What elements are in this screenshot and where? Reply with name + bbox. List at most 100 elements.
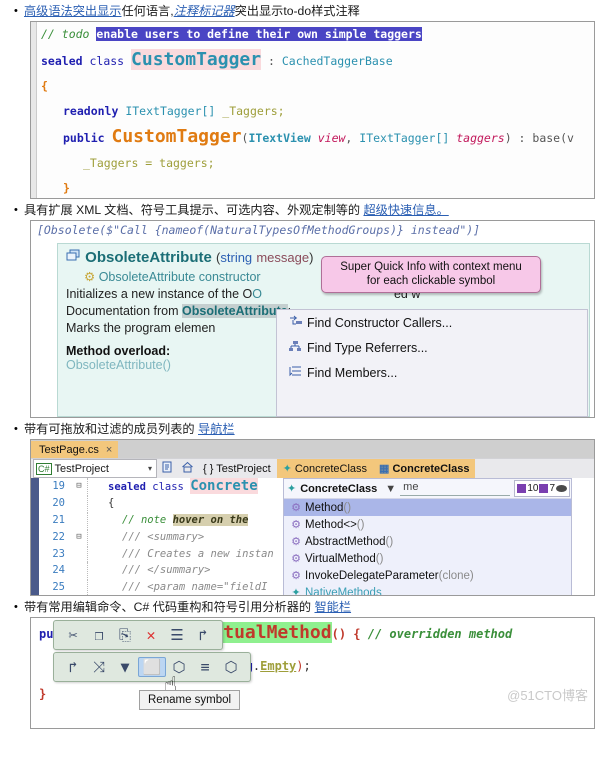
home-icon[interactable] — [177, 461, 197, 477]
link-comment-tagger[interactable]: 注释标记器 — [174, 4, 235, 18]
private-method-icon: ⚙ — [291, 570, 301, 582]
menu-item-find-members[interactable]: Find Members... — [277, 360, 587, 385]
breadcrumb-member-label: ConcreteClass — [392, 462, 470, 475]
link-navigation-bar[interactable]: 导航栏 — [198, 422, 235, 436]
fold-toggle-icon[interactable]: ⊟ — [71, 532, 87, 542]
method-count: 10 — [527, 483, 539, 494]
code-line-ctor: public CustomTagger(ITextView view, ITex… — [63, 126, 574, 147]
param2-type: ITextTagger[] — [359, 131, 450, 145]
summary-pre: Initializes a new instance of the O — [66, 287, 253, 301]
menu-item-find-type-referrers[interactable]: Find Type Referrers... — [277, 335, 587, 360]
split-icon[interactable]: ⤨ — [86, 658, 112, 676]
todo-keyword: // todo — [41, 27, 90, 41]
keyword-sealed: sealed — [41, 54, 83, 68]
project-combo[interactable]: C# TestProject ▾ — [33, 459, 157, 478]
member-filter-input[interactable]: me — [400, 481, 511, 496]
keyword-public: public — [63, 131, 105, 145]
member-args: () — [385, 535, 394, 548]
editor-with-member-list: 19 ⊟ sealed class Concrete 20{21// note hov… — [31, 478, 594, 596]
bullet-1-text: 高级语法突出显示任何语言,注释标记器突出显示to-do样式注释 — [24, 4, 360, 19]
smart-bar-row-2[interactable]: ↱ ⤨ ▼ ⬜ ⬡ ≡ ⬡ — [53, 652, 251, 682]
code-line-field: readonly ITextTagger[] _Taggers; — [31, 99, 594, 124]
copy-icon[interactable]: ❐ — [86, 626, 112, 644]
bullet-1-mid: 任何语言, — [121, 4, 174, 18]
quick-info-symbol-name[interactable]: ObsoleteAttribute — [85, 249, 212, 266]
chevron-down-icon[interactable]: ▾ — [148, 464, 152, 473]
cut-icon[interactable]: ✂ — [60, 626, 86, 644]
bullet-marker: • — [14, 423, 18, 435]
bullet-4-text: 带有常用编辑命令、C# 代码重构和符号引用分析器的 智能栏 — [24, 600, 351, 615]
delete-icon[interactable]: ✕ — [138, 626, 164, 644]
member-list-item[interactable]: ⚙ VirtualMethod() — [284, 550, 571, 567]
smart-bar-panel: public override void VirtualMethod() { /… — [30, 617, 595, 729]
link-super-quick-info[interactable]: 超级快速信息。 — [363, 203, 448, 217]
duplicate-icon[interactable]: ⎘ — [112, 626, 138, 644]
param1-name: view — [317, 131, 346, 145]
member-list-dropdown[interactable]: ✦ ConcreteClass ▼ me 10 7 ⚙ Method() ⚙ Meth… — [283, 478, 572, 596]
bullet-1-post: 突出显示to-do样式注释 — [234, 4, 360, 18]
surround-with-icon[interactable]: ⬡ — [218, 658, 244, 676]
filter-icon[interactable]: ▼ — [385, 483, 396, 495]
member-list-item[interactable]: ✦ NativeMethods — [284, 584, 571, 596]
tab-testpage-cs[interactable]: TestPage.cs × — [31, 441, 119, 458]
paste-icon[interactable]: ☰ — [164, 626, 190, 644]
project-combo-value: TestProject — [54, 462, 109, 475]
code-line-class-decl: sealed class CustomTagger : CachedTagger… — [31, 47, 594, 74]
base-call: ) : base(v — [504, 131, 574, 145]
abstract-method-icon: ⚙ — [291, 536, 301, 548]
fold-toggle-icon[interactable]: ⊟ — [71, 481, 87, 491]
watermark: @51CTO博客 — [507, 688, 588, 703]
document-icon[interactable] — [157, 461, 177, 477]
filter-down-icon[interactable]: ▼ — [112, 658, 138, 676]
menu-item-find-constructor-callers[interactable]: Find Constructor Callers... — [277, 310, 587, 335]
smart-bar-row-1[interactable]: ✂ ❐ ⎘ ✕ ☰ ↱ — [53, 620, 223, 650]
breadcrumb-member[interactable]: ▦ ConcreteClass — [373, 459, 476, 478]
indent-guide — [87, 495, 100, 512]
tab-label: TestPage.cs — [39, 443, 99, 456]
member-name: NativeMethods — [305, 586, 382, 596]
link-smart-bar[interactable]: 智能栏 — [314, 600, 351, 614]
annotation-callout-quick-info: Super Quick Info with context menu for e… — [321, 256, 541, 293]
link-syntax-highlight[interactable]: 高级语法突出显示 — [24, 4, 122, 18]
member-name: Method<> — [305, 518, 357, 531]
bullet-2-text: 具有扩展 XML 文档、符号工具提示、可选内容、外观定制等的 超级快速信息。 — [24, 203, 449, 218]
format-icon[interactable]: ≡ — [192, 658, 218, 676]
param-type-string[interactable]: string — [220, 250, 252, 265]
bullet-row-4: • 带有常用编辑命令、C# 代码重构和符号引用分析器的 智能栏 — [0, 596, 603, 617]
nested-class-icon: ✦ — [291, 587, 301, 596]
indent-guide — [87, 562, 100, 579]
breadcrumb-class-label: ConcreteClass — [294, 462, 368, 475]
breadcrumb-class[interactable]: ✦ ConcreteClass — [276, 459, 374, 478]
breadcrumb-namespace[interactable]: { } TestProject — [197, 459, 277, 478]
find-references-icon[interactable]: ↱ — [190, 626, 216, 644]
member-name: Method — [305, 501, 344, 514]
member-list-header: ✦ ConcreteClass ▼ me 10 7 — [284, 479, 571, 499]
code-comment: // overridden method — [367, 627, 513, 641]
symbol-context-menu[interactable]: Find Constructor Callers... Find Type Re… — [276, 309, 588, 417]
doc-source-symbol[interactable]: ObsoleteAttribute — [182, 304, 288, 318]
rename-symbol-icon[interactable]: ⬜ — [138, 657, 166, 677]
member-list-item[interactable]: ⚙ InvokeDelegateParameter (clone) — [284, 567, 571, 584]
locked-count-icon — [539, 484, 549, 493]
bullet-3-text: 带有可拖放和过滤的成员列表的 导航栏 — [24, 422, 235, 437]
extract-method-icon[interactable]: ↱ — [60, 658, 86, 676]
member-name: AbstractMethod — [305, 535, 386, 548]
member-list-item[interactable]: ⚙ Method<>() — [284, 516, 571, 533]
colon: : — [261, 54, 282, 68]
code-line-close-brace: } — [63, 181, 70, 195]
member-args: (clone) — [438, 569, 474, 582]
field-name: _Taggers; — [222, 104, 285, 118]
code-text: /// <summary> — [122, 530, 205, 543]
close-icon[interactable]: × — [106, 444, 112, 456]
param1-type: ITextView — [248, 131, 311, 145]
indent-guide — [87, 511, 100, 528]
bullet-marker: • — [14, 601, 18, 613]
member-args: () — [375, 552, 384, 565]
editor-tab-strip: TestPage.cs × — [31, 440, 594, 458]
code-text: { — [108, 497, 115, 510]
member-list-item[interactable]: ⚙ AbstractMethod() — [284, 533, 571, 550]
member-list-item[interactable]: ⚙ Method() — [284, 499, 571, 516]
indent-guide — [87, 545, 100, 562]
other-count-icon — [556, 485, 567, 492]
bullet-marker: • — [14, 5, 18, 17]
